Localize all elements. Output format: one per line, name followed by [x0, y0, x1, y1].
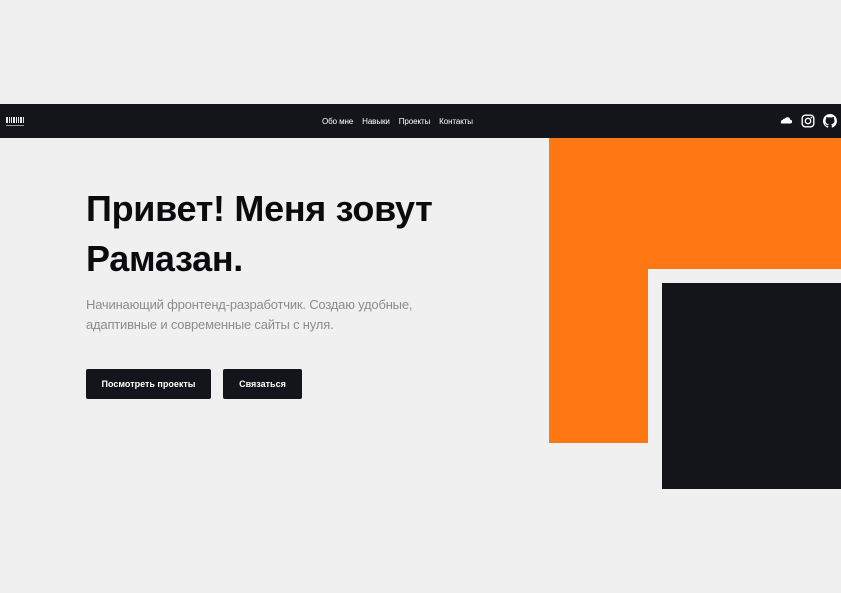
page: Обо мне Навыки Проекты Контакты Привет! … — [0, 0, 841, 593]
contact-button[interactable]: Связаться — [223, 369, 302, 399]
hero-title: Привет! Меня зовут Рамазан. — [86, 188, 433, 279]
navbar: Обо мне Навыки Проекты Контакты — [0, 104, 841, 138]
nav-link-contacts[interactable]: Контакты — [439, 117, 473, 126]
nav-link-about[interactable]: Обо мне — [322, 117, 353, 126]
hero-subtitle: Начинающий фронтенд-разработчик. Создаю … — [86, 297, 413, 332]
orange-decor-block-left — [549, 269, 648, 443]
instagram-icon[interactable] — [801, 114, 815, 128]
barcode-logo-icon[interactable] — [6, 117, 24, 126]
dark-decor-block — [662, 283, 841, 489]
soundcloud-icon[interactable] — [779, 114, 793, 128]
nav-link-skills[interactable]: Навыки — [362, 117, 390, 126]
github-icon[interactable] — [823, 114, 837, 128]
nav-menu: Обо мне Навыки Проекты Контакты — [322, 104, 473, 138]
view-projects-button[interactable]: Посмотреть проекты — [86, 369, 211, 399]
social-links — [779, 104, 837, 138]
nav-link-projects[interactable]: Проекты — [399, 117, 431, 126]
orange-decor-block-top — [549, 138, 841, 269]
